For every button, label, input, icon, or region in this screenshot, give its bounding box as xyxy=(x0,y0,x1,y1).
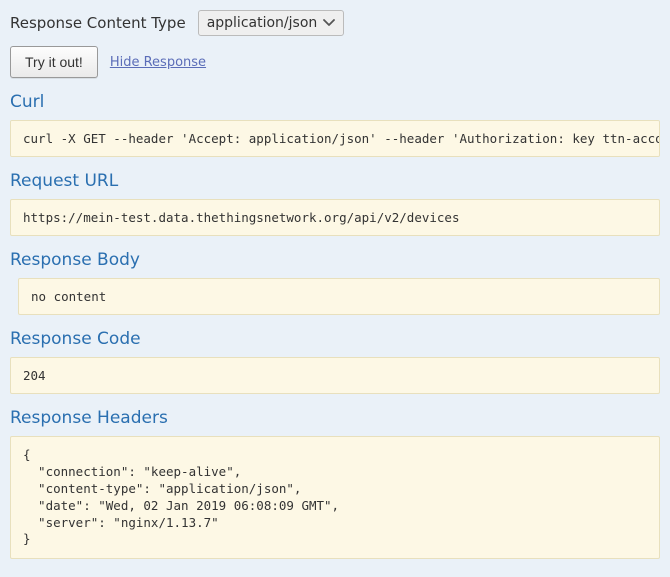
content-type-label: Response Content Type xyxy=(10,14,186,32)
curl-heading: Curl xyxy=(10,92,660,112)
response-body-output: no content xyxy=(18,278,660,315)
response-body-heading: Response Body xyxy=(10,250,660,270)
response-code-heading: Response Code xyxy=(10,329,660,349)
response-headers-output: { "connection": "keep-alive", "content-t… xyxy=(10,436,660,559)
response-headers-heading: Response Headers xyxy=(10,408,660,428)
request-url-heading: Request URL xyxy=(10,171,660,191)
try-it-out-button[interactable]: Try it out! xyxy=(10,46,98,78)
content-type-row: Response Content Type application/json xyxy=(10,10,660,36)
hide-response-link[interactable]: Hide Response xyxy=(110,55,206,70)
content-type-selected: application/json xyxy=(207,15,318,31)
curl-output[interactable]: curl -X GET --header 'Accept: applicatio… xyxy=(10,120,660,157)
request-url-output: https://mein-test.data.thethingsnetwork.… xyxy=(10,199,660,236)
response-code-output: 204 xyxy=(10,357,660,394)
chevron-down-icon xyxy=(323,19,335,27)
action-row: Try it out! Hide Response xyxy=(10,46,660,78)
content-type-select[interactable]: application/json xyxy=(198,10,345,36)
